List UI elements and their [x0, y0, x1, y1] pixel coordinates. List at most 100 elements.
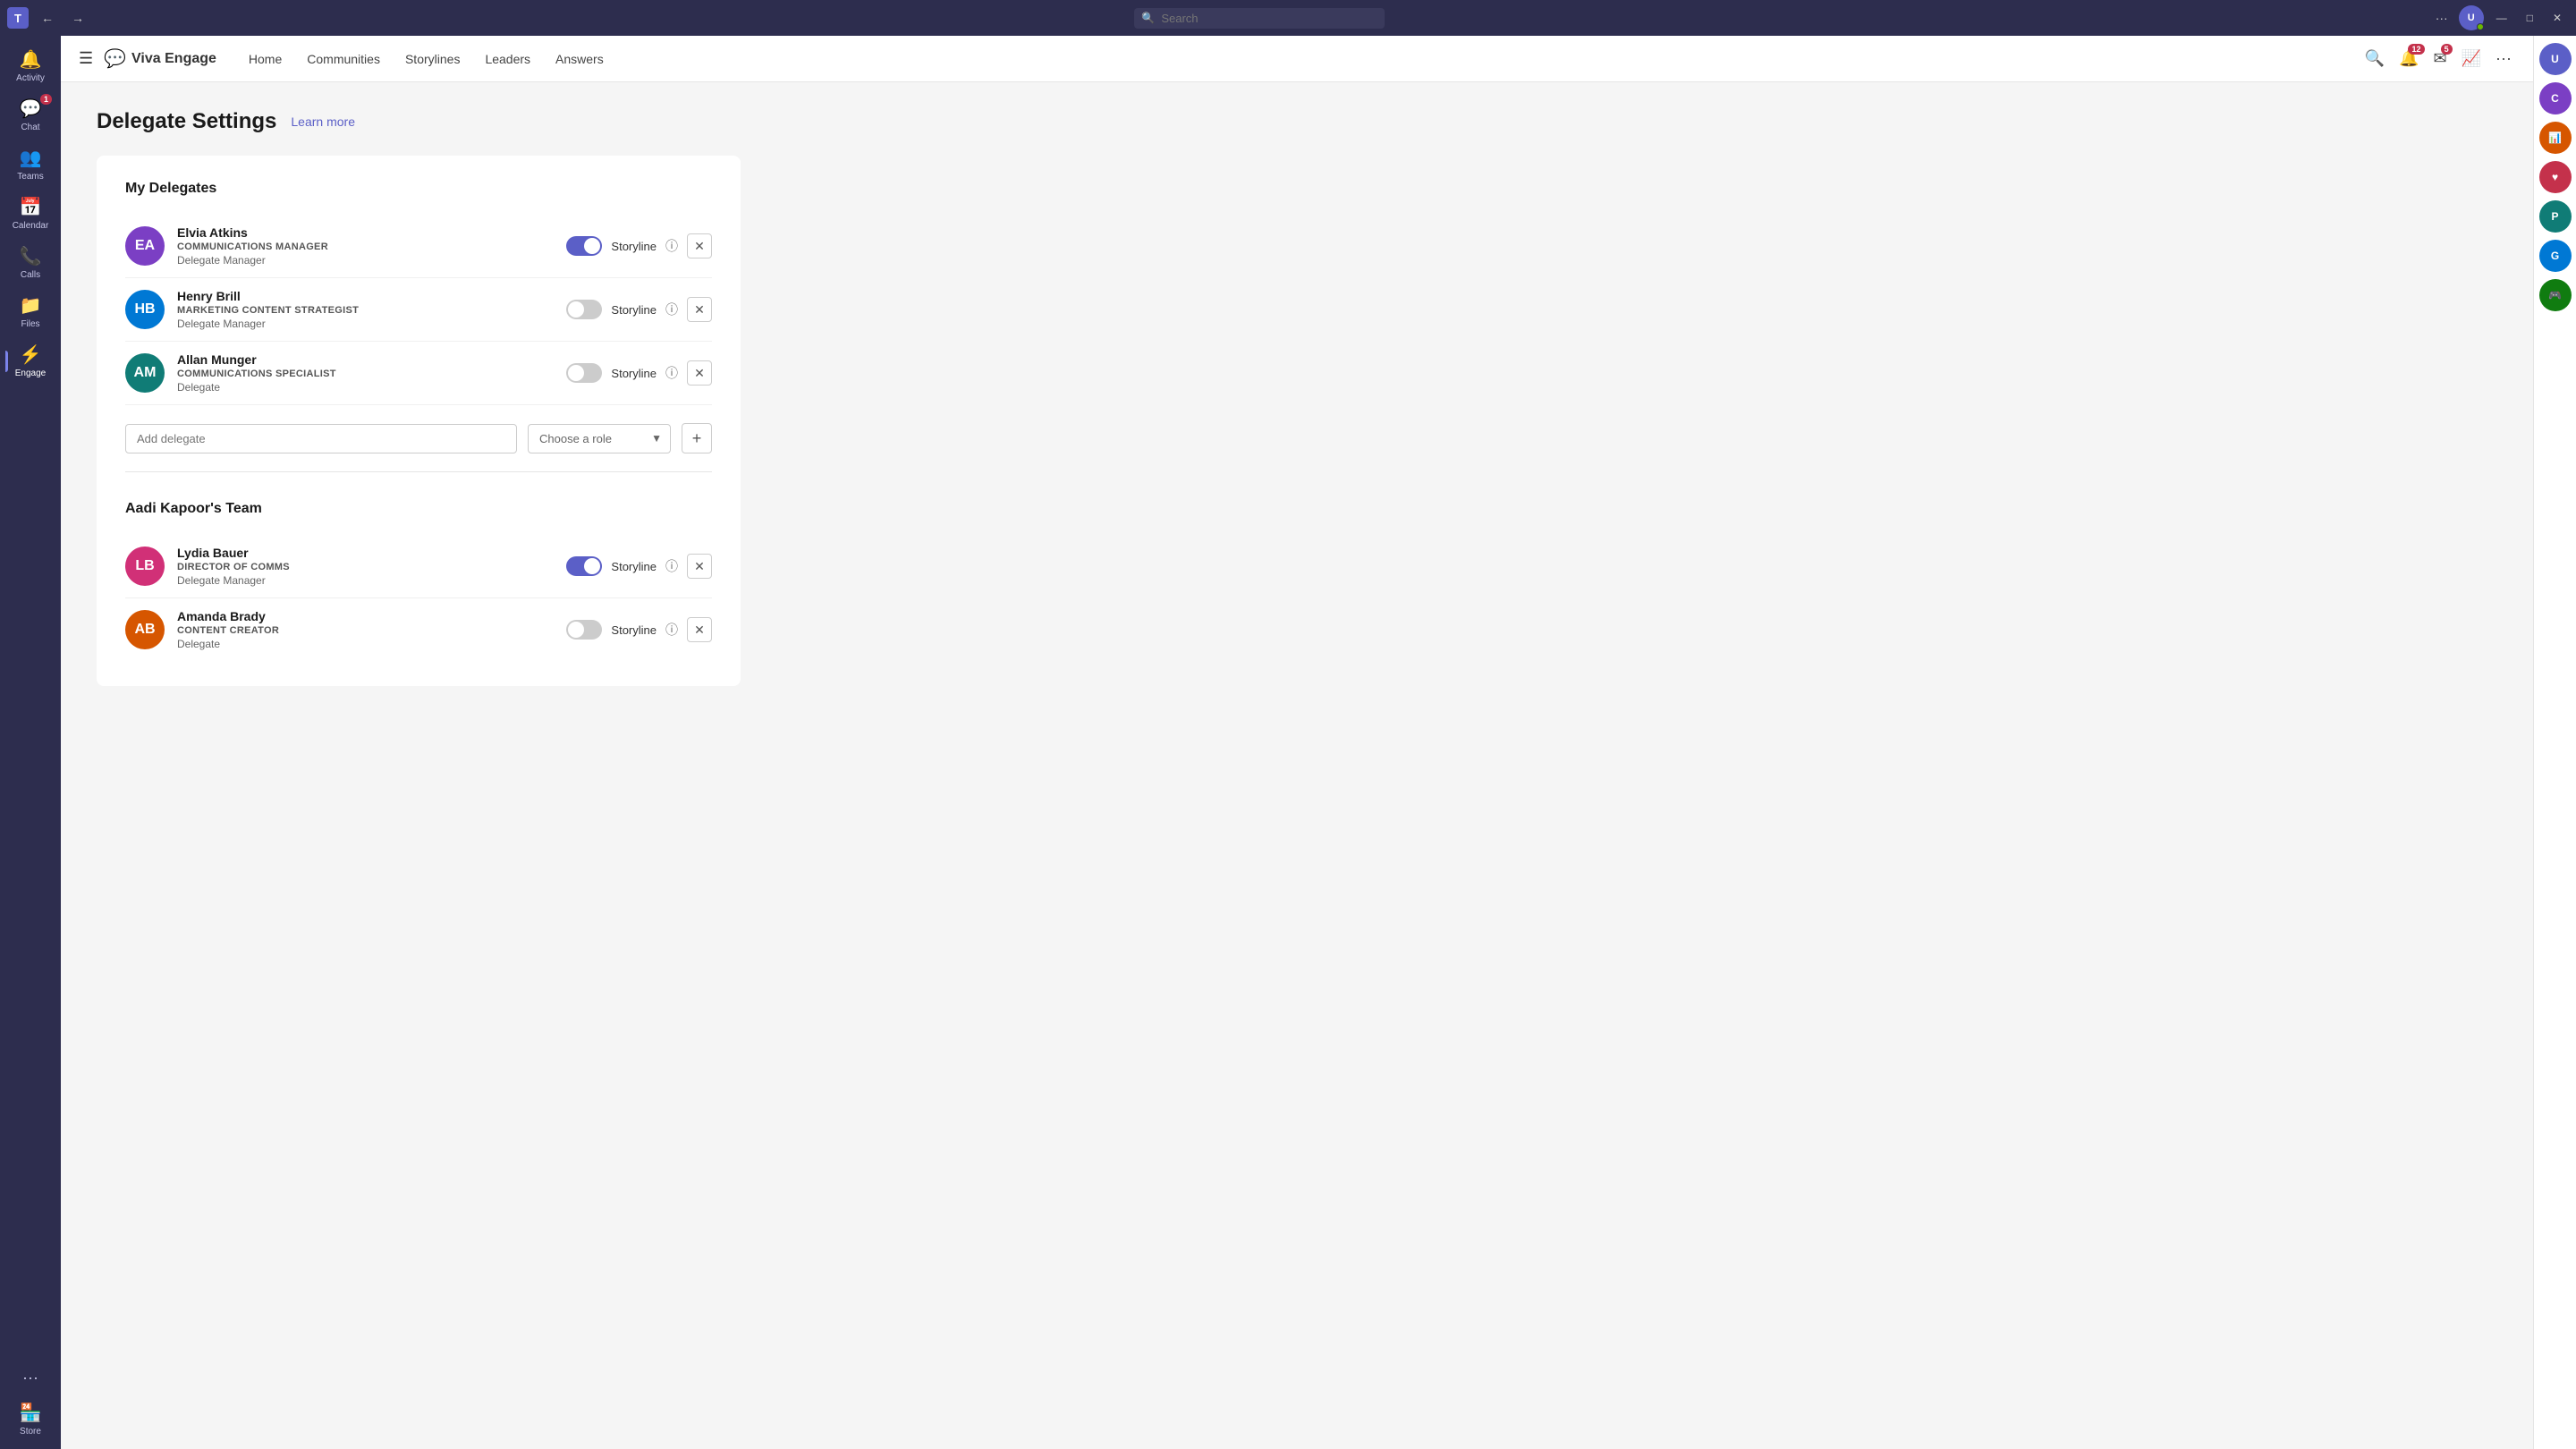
sidebar-label-teams: Teams [17, 172, 43, 182]
nav-leaders[interactable]: Leaders [474, 47, 541, 72]
nav-storylines[interactable]: Storylines [394, 47, 470, 72]
elvia-atkins-controls: Storyline ⓘ ✕ [566, 233, 712, 258]
calls-icon: 📞 [20, 245, 42, 267]
messages-button[interactable]: ✉5 [2430, 46, 2451, 72]
henry-brill-name: Henry Brill [177, 289, 566, 303]
allan-munger-toggle[interactable] [566, 363, 602, 383]
role-select-wrapper: Choose a role Delegate Manager Delegate … [528, 424, 671, 453]
amanda-brady-title: CONTENT CREATOR [177, 625, 566, 636]
sidebar-item-files[interactable]: 📁 Files [5, 289, 55, 335]
sidebar-label-chat: Chat [21, 123, 39, 132]
delegate-row: HB Henry Brill MARKETING CONTENT STRATEG… [125, 278, 712, 342]
more-icon: ··· [22, 1368, 38, 1387]
sidebar-item-calendar[interactable]: 📅 Calendar [5, 191, 55, 236]
amanda-brady-info-icon[interactable]: ⓘ [665, 621, 678, 639]
elvia-atkins-toggle[interactable] [566, 236, 602, 256]
right-sidebar-avatar-3[interactable]: 📊 [2539, 122, 2572, 154]
back-button[interactable]: ← [36, 7, 59, 29]
lydia-bauer-info: Lydia Bauer DIRECTOR OF COMMS Delegate M… [177, 546, 566, 587]
lydia-bauer-tag: Storyline [611, 560, 657, 573]
henry-brill-info: Henry Brill MARKETING CONTENT STRATEGIST… [177, 289, 566, 330]
henry-brill-avatar: HB [125, 290, 165, 329]
search-icon: 🔍 [1141, 12, 1155, 24]
app-logo: 💬 Viva Engage [104, 47, 216, 70]
henry-brill-info-icon[interactable]: ⓘ [665, 301, 678, 318]
elvia-atkins-info: Elvia Atkins COMMUNICATIONS MANAGER Dele… [177, 225, 566, 267]
right-sidebar: U C 📊 ♥ P G 🎮 [2533, 36, 2576, 1449]
minimize-button[interactable]: — [2489, 8, 2514, 28]
notifications-button[interactable]: 🔔12 [2395, 46, 2422, 72]
engage-icon: ⚡ [20, 343, 42, 366]
right-sidebar-avatar-4[interactable]: ♥ [2539, 161, 2572, 193]
sidebar-label-store: Store [20, 1427, 41, 1436]
calendar-icon: 📅 [20, 196, 42, 218]
role-select[interactable]: Choose a role Delegate Manager Delegate [528, 424, 671, 453]
delegate-row: EA Elvia Atkins COMMUNICATIONS MANAGER D… [125, 215, 712, 278]
allan-munger-tag: Storyline [611, 367, 657, 380]
close-button[interactable]: ✕ [2546, 8, 2569, 28]
search-button[interactable]: 🔍 [2361, 46, 2388, 72]
lydia-bauer-info-icon[interactable]: ⓘ [665, 557, 678, 575]
lydia-bauer-name: Lydia Bauer [177, 546, 566, 560]
analytics-button[interactable]: 📈 [2458, 46, 2485, 72]
chat-badge: 1 [40, 94, 52, 105]
learn-more-link[interactable]: Learn more [291, 114, 355, 129]
chat-icon: 💬 [20, 97, 42, 120]
henry-brill-role: Delegate Manager [177, 318, 566, 330]
amanda-brady-toggle[interactable] [566, 620, 602, 640]
henry-brill-title: MARKETING CONTENT STRATEGIST [177, 305, 566, 316]
elvia-atkins-avatar: EA [125, 226, 165, 266]
sidebar-item-teams[interactable]: 👥 Teams [5, 141, 55, 187]
amanda-brady-role: Delegate [177, 638, 566, 650]
nav-answers[interactable]: Answers [545, 47, 614, 72]
sidebar-label-engage: Engage [15, 369, 46, 378]
lydia-bauer-title: DIRECTOR OF COMMS [177, 562, 566, 572]
top-nav: ☰ 💬 Viva Engage Home Communities Storyli… [61, 36, 2533, 82]
more-nav-button[interactable]: ··· [2492, 46, 2515, 72]
app-name: Viva Engage [131, 51, 216, 67]
elvia-atkins-remove-button[interactable]: ✕ [687, 233, 712, 258]
elvia-atkins-tag: Storyline [611, 240, 657, 253]
right-sidebar-avatar-2[interactable]: C [2539, 82, 2572, 114]
sidebar-item-store[interactable]: 🏪 Store [5, 1396, 55, 1442]
sidebar-item-activity[interactable]: 🔔 Activity [5, 43, 55, 89]
amanda-brady-info: Amanda Brady CONTENT CREATOR Delegate [177, 609, 566, 650]
add-delegate-input[interactable] [125, 424, 517, 453]
maximize-button[interactable]: □ [2520, 8, 2540, 28]
right-sidebar-avatar-6[interactable]: G [2539, 240, 2572, 272]
amanda-brady-remove-button[interactable]: ✕ [687, 617, 712, 642]
user-avatar[interactable]: U [2459, 5, 2484, 30]
allan-munger-info-icon[interactable]: ⓘ [665, 364, 678, 382]
forward-button[interactable]: → [66, 7, 89, 29]
allan-munger-role: Delegate [177, 381, 566, 394]
teams-logo-icon: T [7, 7, 29, 29]
sidebar-item-calls[interactable]: 📞 Calls [5, 240, 55, 285]
amanda-brady-avatar: AB [125, 610, 165, 649]
nav-communities[interactable]: Communities [296, 47, 391, 72]
henry-brill-remove-button[interactable]: ✕ [687, 297, 712, 322]
elvia-atkins-role: Delegate Manager [177, 254, 566, 267]
allan-munger-remove-button[interactable]: ✕ [687, 360, 712, 386]
lydia-bauer-toggle[interactable] [566, 556, 602, 576]
allan-munger-info: Allan Munger COMMUNICATIONS SPECIALIST D… [177, 352, 566, 394]
sidebar-item-engage[interactable]: ⚡ Engage [5, 338, 55, 384]
more-options-button[interactable]: ··· [2430, 7, 2453, 29]
delegate-row: AM Allan Munger COMMUNICATIONS SPECIALIS… [125, 342, 712, 405]
elvia-atkins-info-icon[interactable]: ⓘ [665, 237, 678, 255]
henry-brill-toggle[interactable] [566, 300, 602, 319]
add-delegate-button[interactable]: + [682, 423, 712, 453]
delegate-row: LB Lydia Bauer DIRECTOR OF COMMS Delegat… [125, 535, 712, 598]
sidebar-item-chat[interactable]: 💬 Chat 1 [5, 92, 55, 138]
right-sidebar-avatar-5[interactable]: P [2539, 200, 2572, 233]
notifications-badge: 12 [2408, 44, 2424, 55]
nav-home[interactable]: Home [238, 47, 292, 72]
right-sidebar-avatar-1[interactable]: U [2539, 43, 2572, 75]
team-section: Aadi Kapoor's Team LB Lydia Bauer DIRECT… [125, 501, 712, 661]
search-input[interactable] [1134, 8, 1385, 29]
right-sidebar-avatar-7[interactable]: 🎮 [2539, 279, 2572, 311]
hamburger-button[interactable]: ☰ [79, 49, 93, 68]
viva-engage-logo-icon: 💬 [104, 47, 126, 70]
title-bar: T ← → 🔍 ··· U — □ ✕ [0, 0, 2576, 36]
sidebar-item-more[interactable]: ··· [5, 1363, 55, 1393]
lydia-bauer-remove-button[interactable]: ✕ [687, 554, 712, 579]
